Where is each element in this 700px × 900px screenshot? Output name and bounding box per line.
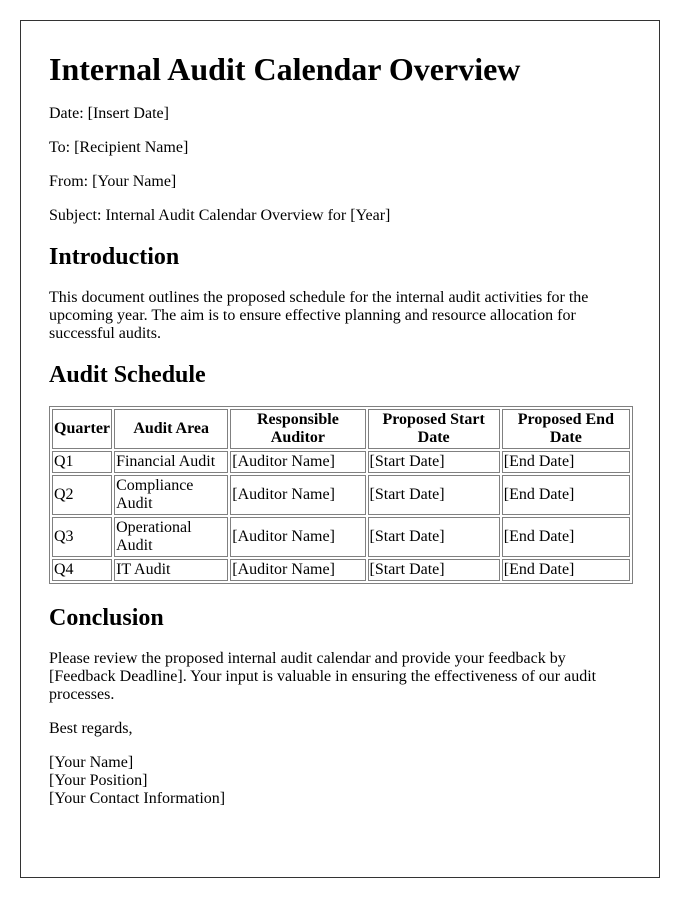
column-header-responsible-auditor: Responsible Auditor: [230, 409, 366, 449]
audit-schedule-heading: Audit Schedule: [49, 362, 206, 388]
column-header-end-date: Proposed End Date: [501, 409, 630, 449]
introduction-text: This document outlines the proposed sche…: [49, 289, 589, 342]
table-row: Q3 Operational Audit [Auditor Name] [Sta…: [52, 517, 630, 557]
column-header-audit-area: Audit Area: [114, 409, 229, 449]
cell-end-date: [End Date]: [501, 559, 630, 581]
conclusion-heading: Conclusion: [49, 605, 164, 631]
cell-audit-area: Financial Audit: [114, 451, 229, 473]
table-row: Q1 Financial Audit [Auditor Name] [Start…: [52, 451, 630, 473]
column-header-quarter: Quarter: [52, 409, 113, 449]
audit-schedule-table: Quarter Audit Area Responsible Auditor P…: [49, 406, 633, 584]
subject-line: Subject: Internal Audit Calendar Overvie…: [49, 207, 391, 224]
cell-quarter: Q2: [52, 475, 113, 515]
cell-start-date: [Start Date]: [367, 475, 500, 515]
cell-end-date: [End Date]: [501, 451, 630, 473]
from-line: From: [Your Name]: [49, 173, 177, 190]
cell-auditor: [Auditor Name]: [230, 559, 366, 581]
signature-contact: [Your Contact Information]: [49, 790, 226, 807]
cell-quarter: Q4: [52, 559, 113, 581]
closing-line: Best regards,: [49, 720, 133, 737]
cell-audit-area: Operational Audit: [114, 517, 229, 557]
document-title: Internal Audit Calendar Overview: [49, 51, 521, 87]
introduction-heading: Introduction: [49, 244, 180, 270]
cell-audit-area: IT Audit: [114, 559, 229, 581]
memo-header: Date: [Insert Date] To: [Recipient Name]…: [49, 105, 631, 225]
signature-block: [Your Name] [Your Position] [Your Contac…: [49, 754, 631, 808]
to-line: To: [Recipient Name]: [49, 139, 189, 156]
table-row: Q2 Compliance Audit [Auditor Name] [Star…: [52, 475, 630, 515]
cell-end-date: [End Date]: [501, 517, 630, 557]
cell-audit-area: Compliance Audit: [114, 475, 229, 515]
table-header-row: Quarter Audit Area Responsible Auditor P…: [52, 409, 630, 449]
document-page: Internal Audit Calendar Overview Date: […: [20, 20, 660, 878]
signature-position: [Your Position]: [49, 772, 148, 789]
conclusion-text: Please review the proposed internal audi…: [49, 650, 597, 703]
cell-end-date: [End Date]: [501, 475, 630, 515]
cell-quarter: Q3: [52, 517, 113, 557]
cell-auditor: [Auditor Name]: [230, 451, 366, 473]
cell-start-date: [Start Date]: [367, 451, 500, 473]
cell-start-date: [Start Date]: [367, 517, 500, 557]
signature-name: [Your Name]: [49, 754, 134, 771]
cell-start-date: [Start Date]: [367, 559, 500, 581]
cell-auditor: [Auditor Name]: [230, 475, 366, 515]
table-row: Q4 IT Audit [Auditor Name] [Start Date] …: [52, 559, 630, 581]
date-line: Date: [Insert Date]: [49, 105, 169, 122]
cell-auditor: [Auditor Name]: [230, 517, 366, 557]
cell-quarter: Q1: [52, 451, 113, 473]
column-header-start-date: Proposed Start Date: [367, 409, 500, 449]
